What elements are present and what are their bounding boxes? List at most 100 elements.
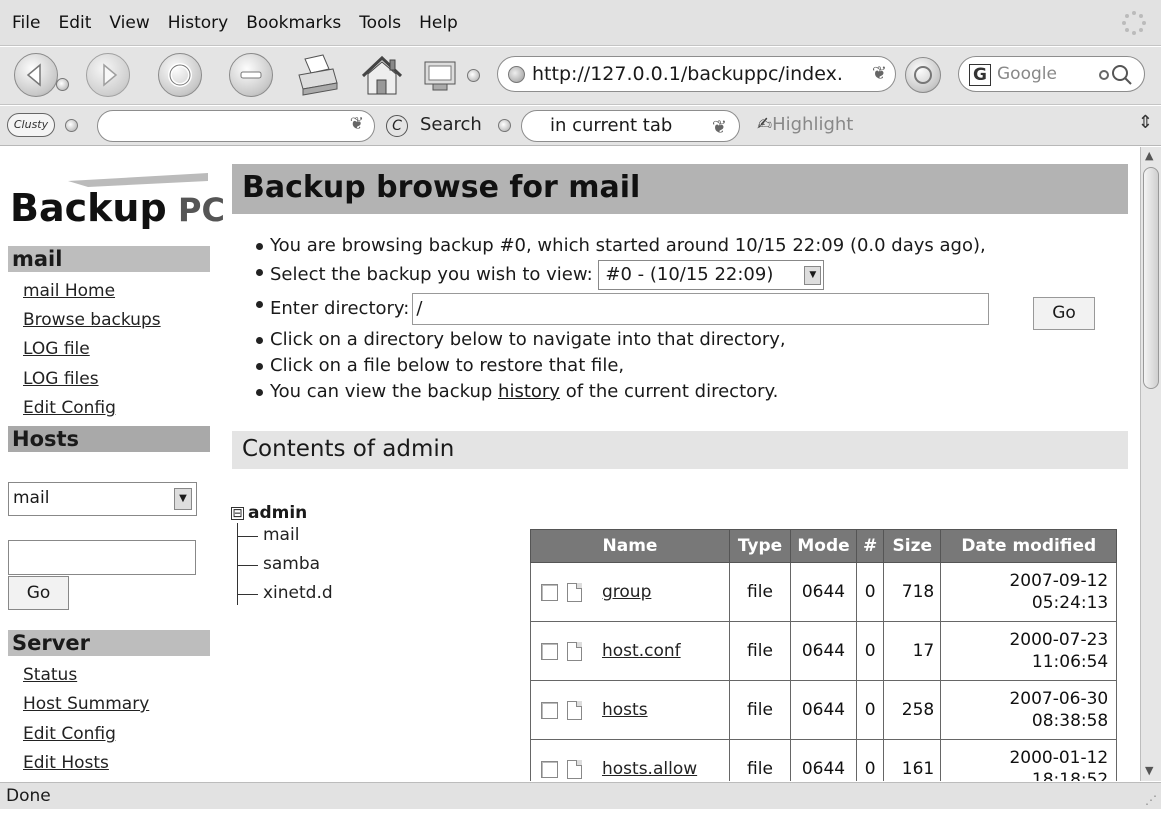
clusty-search-input[interactable]: ❦ <box>97 110 375 142</box>
host-search-input[interactable] <box>8 540 196 575</box>
backup-select[interactable]: #0 - (10/15 22:09) ▼ <box>598 260 825 290</box>
sidebar-link-edit-config[interactable]: Edit Config <box>23 398 116 418</box>
host-select-value: mail <box>13 488 50 508</box>
tree-item-mail[interactable]: mail <box>237 525 299 545</box>
resize-grip-icon[interactable]: ⋰ <box>1145 787 1157 813</box>
clusty-menu-icon[interactable] <box>65 119 78 132</box>
restore-hint-text: Click on a file below to restore that fi… <box>270 355 625 376</box>
col-date-modified[interactable]: Date modified <box>940 529 1118 563</box>
svg-text:Backup: Backup <box>10 186 167 230</box>
file-name-cell: hosts <box>530 680 730 740</box>
scroll-down-icon[interactable]: ▼ <box>1145 764 1153 777</box>
host-select[interactable]: mail ▼ <box>8 482 197 516</box>
sidebar-link-edit-hosts[interactable]: Edit Hosts <box>23 753 109 773</box>
history-hint-suffix: of the current directory. <box>565 381 779 402</box>
stop-button[interactable] <box>229 53 273 97</box>
browse-info-list: You are browsing backup #0, which starte… <box>255 233 990 405</box>
screenshot-menu-icon[interactable] <box>467 69 480 82</box>
directory-input[interactable]: / <box>412 293 990 325</box>
sidebar-link-host-summary[interactable]: Host Summary <box>23 694 149 714</box>
magnifier-icon[interactable] <box>1096 61 1134 87</box>
sidebar-link-log-files[interactable]: LOG files <box>23 369 99 389</box>
enter-directory-label: Enter directory: <box>270 298 410 319</box>
back-history-icon[interactable] <box>56 78 69 91</box>
page-scrollbar[interactable]: ▲ ▼ <box>1140 147 1161 781</box>
go-url-button[interactable] <box>905 57 941 93</box>
home-icon[interactable] <box>357 52 407 98</box>
file-name-cell: group <box>530 562 730 622</box>
tree-root-admin[interactable]: ⊟ admin <box>231 503 307 523</box>
file-link[interactable]: hosts.allow <box>602 759 697 779</box>
url-text: http://127.0.0.1/backuppc/index. <box>532 63 843 85</box>
file-name-cell: hosts.allow <box>530 739 730 781</box>
collapse-icon[interactable]: ⊟ <box>231 507 244 520</box>
status-bar: Done ⋰ <box>0 782 1161 809</box>
reload-icon <box>168 63 192 87</box>
col-type[interactable]: Type <box>729 529 791 563</box>
col-count[interactable]: # <box>855 529 885 563</box>
sidebar-link-mail-home[interactable]: mail Home <box>23 281 115 301</box>
highlight-button[interactable]: ✍Highlight <box>757 114 853 135</box>
browse-info-item: Enter directory: / <box>255 291 990 327</box>
menu-history[interactable]: History <box>168 13 228 33</box>
menu-view[interactable]: View <box>109 13 149 33</box>
file-time: 11:06:54 <box>1031 652 1109 672</box>
menu-edit[interactable]: Edit <box>58 13 91 33</box>
file-type: file <box>729 562 791 622</box>
url-bar[interactable]: http://127.0.0.1/backuppc/index. ❦ <box>497 56 896 92</box>
host-go-button[interactable]: Go <box>8 576 69 610</box>
menu-bookmarks[interactable]: Bookmarks <box>246 13 341 33</box>
print-icon[interactable] <box>293 53 341 97</box>
menu-file[interactable]: File <box>12 13 40 33</box>
sidebar-link-browse-backups[interactable]: Browse backups <box>23 310 161 330</box>
col-mode[interactable]: Mode <box>790 529 857 563</box>
file-checkbox[interactable] <box>541 642 558 660</box>
col-name[interactable]: Name <box>530 529 730 563</box>
throbber-icon <box>1122 11 1146 35</box>
menu-help[interactable]: Help <box>419 13 458 33</box>
reload-button[interactable] <box>158 53 202 97</box>
file-date: 2007-06-30 <box>1009 689 1109 709</box>
google-engine-icon[interactable]: G <box>969 64 991 86</box>
screenshot-icon[interactable] <box>421 56 461 94</box>
toolbar-overflow-icon[interactable]: ⇕ <box>1138 112 1153 133</box>
col-size[interactable]: Size <box>883 529 942 563</box>
table-row: group file 0644 0 718 2007-09-12 05:24:13 <box>530 562 1118 622</box>
search-history-dropdown-icon[interactable]: ❦ <box>350 114 364 134</box>
forward-button[interactable] <box>86 53 130 97</box>
scroll-up-icon[interactable]: ▲ <box>1145 149 1153 162</box>
file-size: 17 <box>883 621 942 681</box>
page-title: Backup browse for mail <box>232 164 1128 214</box>
backuppc-logo: Backup PC <box>10 173 225 230</box>
google-search-box[interactable]: G Google <box>958 56 1145 92</box>
scrollbar-thumb[interactable] <box>1143 167 1159 389</box>
search-options-icon[interactable] <box>498 119 511 132</box>
directory-go-button[interactable]: Go <box>1033 297 1095 330</box>
file-link[interactable]: hosts <box>602 700 648 720</box>
file-mode: 0644 <box>790 562 857 622</box>
url-dropdown-icon[interactable]: ❦ <box>872 63 887 84</box>
menu-tools[interactable]: Tools <box>359 13 401 33</box>
file-date: 2007-09-12 <box>1009 571 1109 591</box>
sidebar-link-log-file[interactable]: LOG file <box>23 339 90 359</box>
file-date-modified: 2000-01-12 18:18:52 <box>940 739 1118 781</box>
back-button[interactable] <box>14 53 58 97</box>
file-checkbox[interactable] <box>541 760 558 778</box>
history-link[interactable]: history <box>498 381 560 402</box>
file-link[interactable]: group <box>602 582 651 602</box>
open-in-dropdown-icon: ❦ <box>711 117 727 138</box>
file-icon <box>567 700 582 720</box>
sidebar-link-server-edit-config[interactable]: Edit Config <box>23 724 116 744</box>
tree-item-xinetd[interactable]: xinetd.d <box>237 583 333 603</box>
open-in-select[interactable]: in current tab ❦ <box>521 110 740 142</box>
search-button[interactable]: Search <box>420 114 482 135</box>
tree-item-samba[interactable]: samba <box>237 554 320 574</box>
clusty-logo-button[interactable]: Clusty <box>7 113 55 137</box>
google-search-placeholder: Google <box>997 64 1057 84</box>
file-checkbox[interactable] <box>541 583 558 601</box>
file-size: 161 <box>883 739 942 781</box>
file-link[interactable]: host.conf <box>602 641 681 661</box>
go-circle-icon <box>914 66 932 84</box>
sidebar-link-status[interactable]: Status <box>23 665 77 685</box>
file-checkbox[interactable] <box>541 701 558 719</box>
